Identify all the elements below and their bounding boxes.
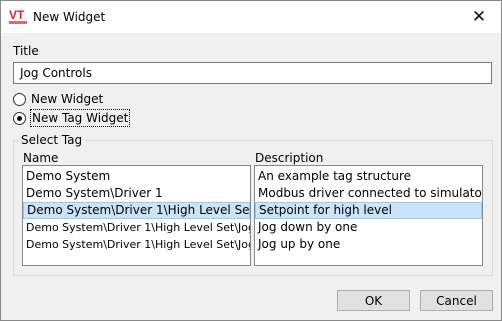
tag-description-list[interactable]: An example tag structure Modbus driver c… [254,165,483,266]
tag-description-item-selected[interactable]: Setpoint for high level [255,202,482,219]
tag-description-item[interactable]: An example tag structure [255,168,482,185]
new-widget-dialog: VT New Widget ✕ Title Jog Controls New W… [0,0,502,321]
radio-new-widget[interactable]: New Widget [13,91,103,107]
tag-name-item[interactable]: Demo System\Driver 1\High Level Set\Jog … [23,219,250,236]
close-button[interactable]: ✕ [457,1,501,33]
tag-name-item-selected[interactable]: Demo System\Driver 1\High Level Set [23,202,250,219]
tag-description-item[interactable]: Jog up by one [255,236,482,253]
ok-button[interactable]: OK [337,290,410,311]
tag-description-item[interactable]: Jog down by one [255,219,482,236]
title-bar[interactable]: VT New Widget ✕ [1,1,501,33]
radio-button-checked[interactable] [13,111,26,125]
tag-description-item[interactable]: Modbus driver connected to simulator [255,185,482,202]
select-tag-group-label: Select Tag [19,132,85,148]
radio-new-widget-label: New Widget [31,92,104,106]
radio-new-tag-widget[interactable]: New Tag Widget [13,109,131,127]
window-title: New Widget [33,10,106,24]
radio-button-unchecked[interactable] [13,92,26,106]
tag-name-item[interactable]: Demo System\Driver 1\High Level Set\Jog … [23,236,250,253]
tag-name-item[interactable]: Demo System\Driver 1 [23,185,250,202]
tag-name-list[interactable]: Demo System Demo System\Driver 1 Demo Sy… [22,165,251,266]
name-column-header: Name [23,151,59,165]
title-label: Title [13,44,39,58]
svg-text:VT: VT [9,8,25,22]
tag-name-item[interactable]: Demo System [23,168,250,185]
close-icon: ✕ [471,7,487,27]
cancel-button[interactable]: Cancel [420,290,493,311]
vt-scada-logo-icon: VT [9,8,29,26]
radio-new-tag-widget-label: New Tag Widget [29,109,131,127]
description-column-header: Description [255,151,324,165]
title-input[interactable]: Jog Controls [13,62,492,84]
